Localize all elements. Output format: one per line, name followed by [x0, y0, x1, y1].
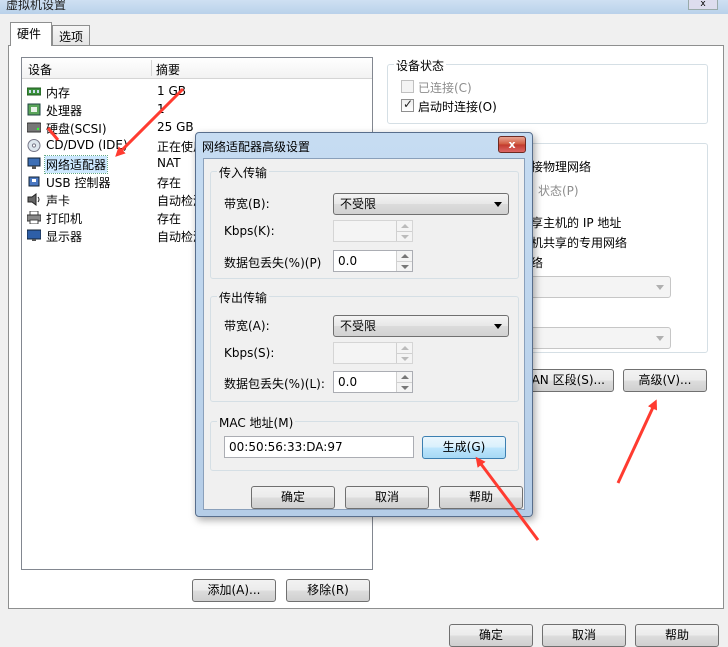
window-close-button[interactable]: x [688, 0, 718, 10]
nat-label: 享主机的 IP 地址 [531, 216, 622, 230]
device-status-title: 设备状态 [394, 57, 447, 74]
bridged-label: 接物理网络 [531, 160, 592, 174]
replicate-state-label: 状态(P) [538, 184, 579, 198]
dialog-ok-button[interactable]: 确定 [251, 486, 335, 509]
device-list-header: 设备 摘要 [22, 58, 372, 79]
connect-at-power-on-checkbox[interactable] [401, 97, 414, 112]
tab-hardware[interactable]: 硬件 [10, 22, 52, 46]
dialog-cancel-button[interactable]: 取消 [345, 486, 429, 509]
window-title-bar: 虚拟机设置 [0, 0, 728, 14]
spin-down-icon[interactable] [396, 353, 412, 363]
chevron-down-icon [494, 202, 502, 207]
spin-up-icon[interactable] [396, 372, 412, 382]
incoming-kbps-label: Kbps(K): [224, 224, 275, 238]
incoming-transfer-group: 传入传输 带宽(B): 不受限 Kbps(K): 数据包丢失(%)(P) 0.0 [210, 164, 519, 279]
advanced-settings-dialog: 网络适配器高级设置 x 传入传输 带宽(B): 不受限 Kbps(K): 数据包… [195, 132, 533, 517]
usb-icon [28, 176, 40, 187]
display-icon [27, 229, 41, 241]
memory-icon [27, 87, 41, 96]
dialog-help-button[interactable]: 帮助 [439, 486, 523, 509]
chevron-down-icon [494, 324, 502, 329]
add-device-button[interactable]: 添加(A)... [192, 579, 276, 602]
cancel-button[interactable]: 取消 [542, 624, 626, 647]
outgoing-bandwidth-label: 带宽(A): [224, 319, 270, 333]
mac-address-group: MAC 地址(M) 00:50:56:33:DA:97 生成(G) [210, 414, 519, 471]
device-row-memory[interactable]: 内存 1 GB [23, 83, 372, 101]
cd-dvd-icon [27, 139, 41, 152]
network-adapter-icon [27, 157, 41, 169]
connect-at-power-on-label: 启动时连接(O) [418, 100, 497, 114]
advanced-button[interactable]: 高级(V)... [623, 369, 707, 392]
spin-up-icon[interactable] [396, 343, 412, 353]
chevron-down-icon [656, 336, 664, 341]
custom-network-select[interactable] [528, 276, 671, 298]
remove-device-button[interactable]: 移除(R) [286, 579, 370, 602]
sound-card-icon [27, 193, 40, 206]
host-only-label: 机共享的专用网络 [531, 236, 628, 250]
connected-label: 已连接(C) [418, 81, 472, 95]
window-title: 虚拟机设置 [6, 0, 67, 12]
incoming-kbps-stepper[interactable] [333, 220, 413, 242]
spin-down-icon[interactable] [396, 261, 412, 271]
outgoing-transfer-group: 传出传输 带宽(A): 不受限 Kbps(S): 数据包丢失(%)(L): 0.… [210, 289, 519, 402]
generate-mac-button[interactable]: 生成(G) [422, 436, 506, 459]
ok-button[interactable]: 确定 [449, 624, 533, 647]
mac-title: MAC 地址(M) [217, 414, 296, 431]
column-separator [151, 60, 152, 76]
spin-up-icon[interactable] [396, 251, 412, 261]
processor-icon [27, 103, 41, 116]
incoming-bandwidth-label: 带宽(B): [224, 197, 270, 211]
outgoing-kbps-stepper[interactable] [333, 342, 413, 364]
dialog-close-button[interactable]: x [498, 136, 526, 153]
spin-down-icon[interactable] [396, 231, 412, 241]
harddisk-icon [27, 122, 41, 133]
device-row-processor[interactable]: 处理器 1 [23, 101, 372, 119]
incoming-loss-stepper[interactable]: 0.0 [333, 250, 413, 272]
incoming-loss-label: 数据包丢失(%)(P) [224, 256, 322, 270]
printer-icon [27, 211, 41, 224]
outgoing-kbps-label: Kbps(S): [224, 346, 275, 360]
column-header-summary[interactable]: 摘要 [156, 61, 180, 78]
chevron-down-icon [656, 285, 664, 290]
help-button[interactable]: 帮助 [635, 624, 719, 647]
outgoing-title: 传出传输 [217, 289, 270, 306]
column-header-device[interactable]: 设备 [28, 61, 52, 78]
incoming-bandwidth-select[interactable]: 不受限 [333, 193, 509, 215]
outgoing-loss-label: 数据包丢失(%)(L): [224, 377, 325, 391]
tab-options[interactable]: 选项 [52, 25, 90, 47]
dialog-title: 网络适配器高级设置 [202, 140, 311, 154]
connected-checkbox[interactable] [401, 80, 414, 93]
spin-up-icon[interactable] [396, 221, 412, 231]
incoming-title: 传入传输 [217, 164, 270, 181]
mac-address-field[interactable]: 00:50:56:33:DA:97 [224, 436, 414, 458]
lan-segment-select[interactable] [528, 327, 671, 349]
device-status-group: 设备状态 已连接(C) 启动时连接(O) [387, 57, 708, 124]
close-icon: x [508, 138, 516, 151]
outgoing-bandwidth-select[interactable]: 不受限 [333, 315, 509, 337]
dialog-body: 传入传输 带宽(B): 不受限 Kbps(K): 数据包丢失(%)(P) 0.0… [203, 158, 525, 510]
spin-down-icon[interactable] [396, 382, 412, 392]
outgoing-loss-stepper[interactable]: 0.0 [333, 371, 413, 393]
